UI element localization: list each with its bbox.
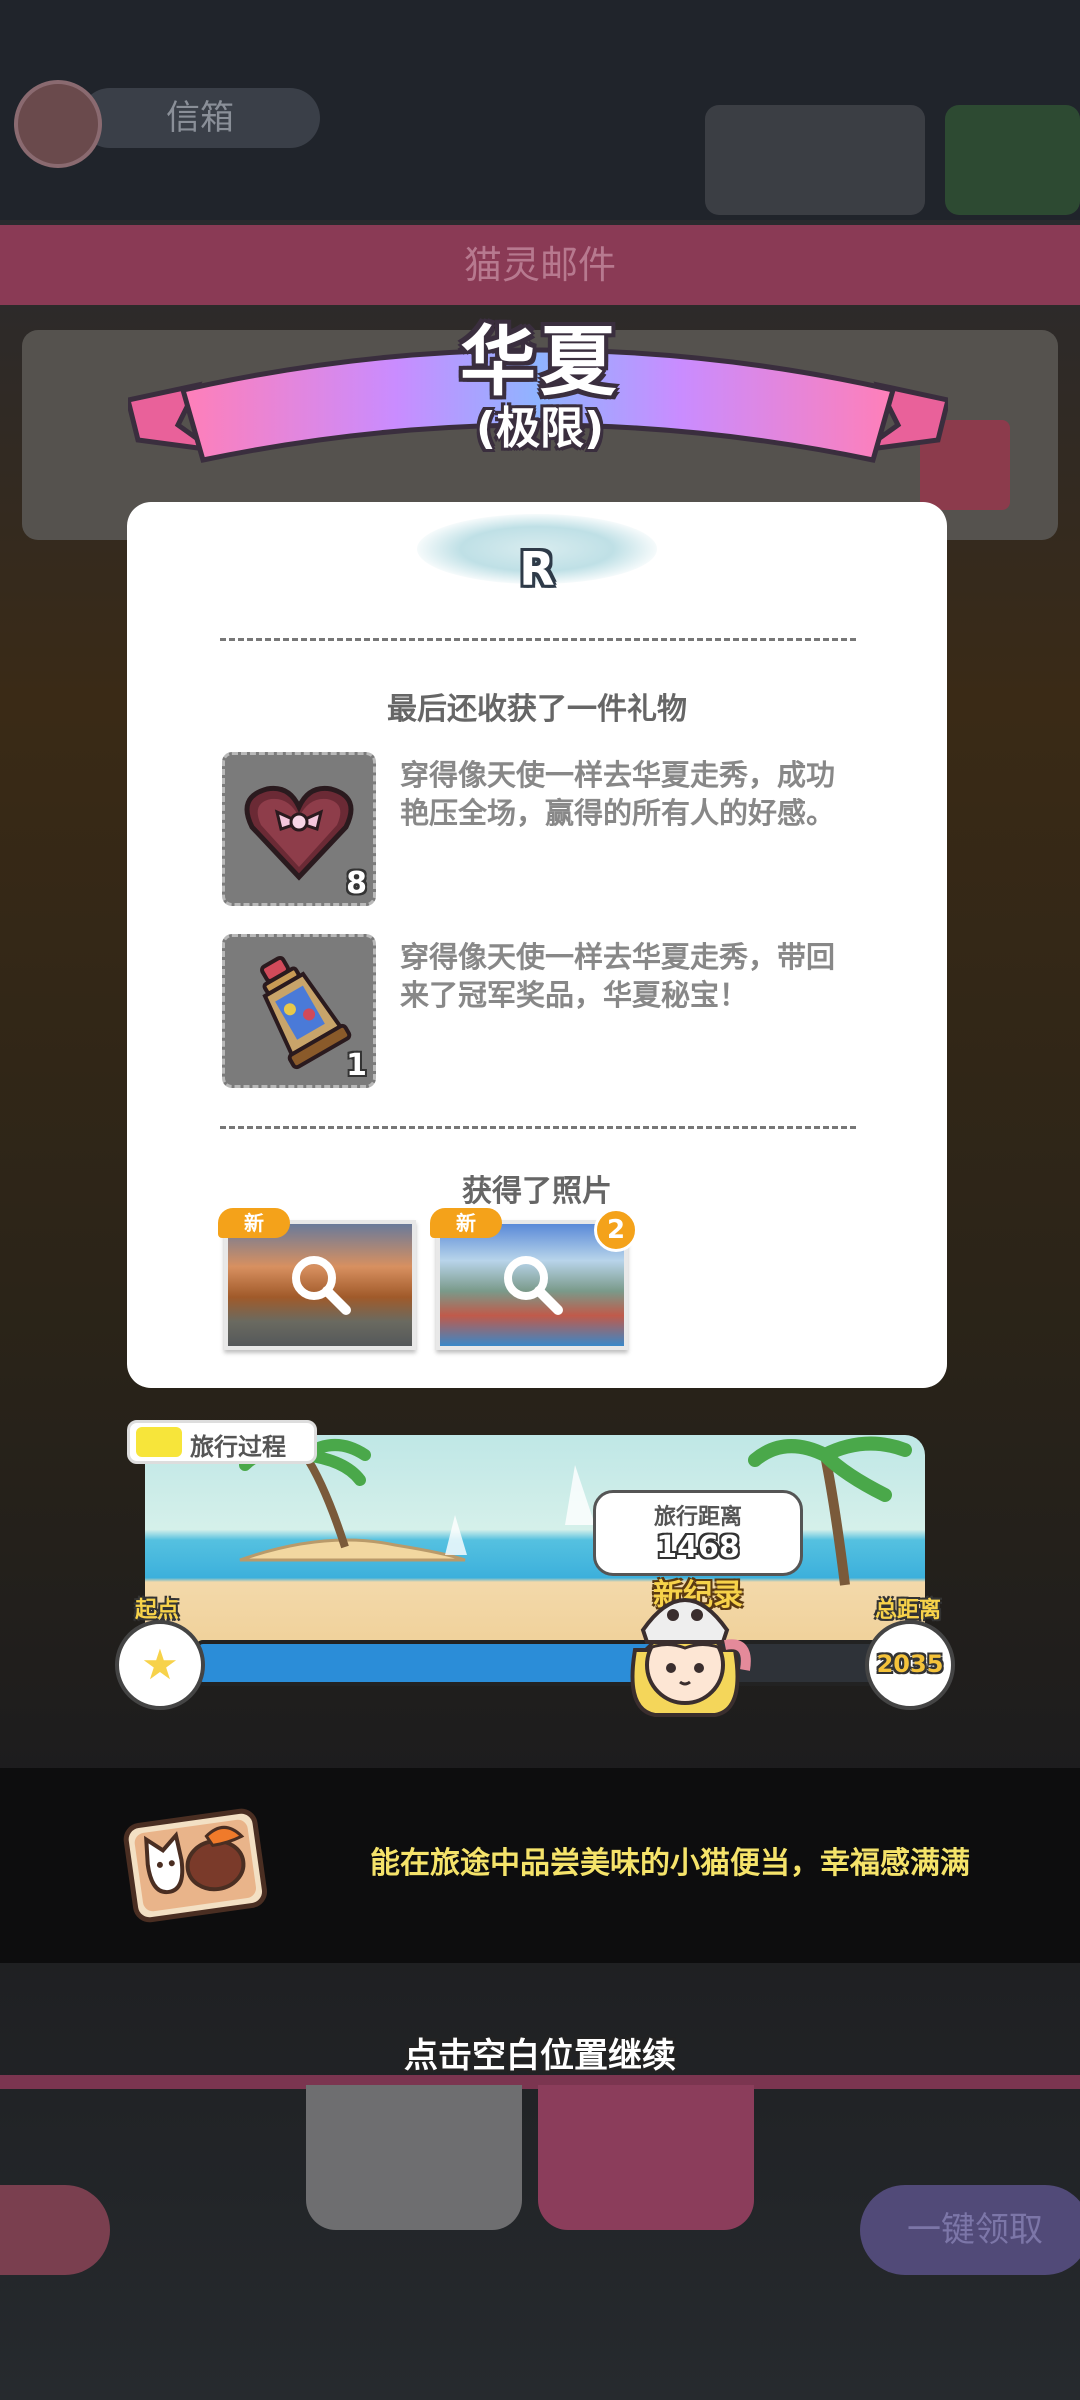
background-avatar — [14, 80, 102, 168]
divider — [220, 638, 856, 641]
gift-count: 1 — [346, 1048, 367, 1083]
travel-process-tag: 旅行过程 — [127, 1420, 317, 1464]
gift-item[interactable]: 8 穿得像天使一样去华夏走秀，成功艳压全场，赢得的所有人的好感。 — [222, 752, 862, 912]
background-one-click-button: 一键领取 — [860, 2185, 1080, 2275]
new-tag: 新 — [430, 1208, 502, 1238]
magnifier-icon — [292, 1256, 351, 1315]
travel-process-label: 旅行过程 — [190, 1433, 286, 1461]
end-point: 2035 — [865, 1620, 955, 1710]
background-name-pill: 信箱 — [80, 88, 320, 148]
travel-scene — [145, 1435, 925, 1645]
background-back-button — [0, 2185, 110, 2275]
gift-section-title: 最后还收获了一件礼物 — [387, 692, 687, 727]
gift-slot[interactable]: 8 — [222, 752, 376, 906]
rank-badge: R — [519, 542, 555, 596]
background-green-panel — [945, 105, 1080, 215]
photo-count-badge: 2 — [594, 1208, 638, 1252]
gift-description: 穿得像天使一样去华夏走秀，成功艳压全场，赢得的所有人的好感。 — [400, 758, 836, 830]
gift-slot[interactable]: 1 — [222, 934, 376, 1088]
start-point: ★ — [115, 1620, 205, 1710]
travel-progress-panel: 旅行过程 旅行距离 1468 新纪录 起点 ★ 总距离 2035 — [115, 1420, 965, 1720]
cat-girl-avatar-icon — [630, 1598, 751, 1717]
gift-description: 穿得像天使一样去华夏走秀，带回来了冠军奖品，华夏秘宝！ — [400, 940, 836, 1012]
bento-message-strip: 能在旅途中品尝美味的小猫便当，幸福感满满 — [0, 1768, 1080, 1963]
heart-gift-box-icon — [244, 785, 354, 881]
photo-list: 新 新 2 — [218, 1208, 784, 1370]
background-tab-pink — [538, 2085, 754, 2230]
tap-to-continue-hint[interactable]: 点击空白位置继续 — [0, 2028, 1080, 2077]
magnifier-icon — [504, 1256, 563, 1315]
photo-thumbnail[interactable]: 新 — [218, 1208, 416, 1350]
gift-item[interactable]: 1 穿得像天使一样去华夏走秀，带回来了冠军奖品，华夏秘宝！ — [222, 934, 862, 1094]
airplane-icon — [136, 1427, 182, 1457]
travel-distance-box: 旅行距离 1468 — [593, 1490, 803, 1576]
lantern-trophy-icon — [260, 955, 352, 1070]
divider — [220, 1126, 856, 1129]
star-icon: ★ — [141, 1640, 179, 1689]
travel-progress-bar — [195, 1640, 895, 1686]
result-card: R 最后还收获了一件礼物 8 穿得像天使一样去华夏走秀，成功艳压全场，赢得的所有… — [127, 502, 947, 1388]
cat-bento-icon — [123, 1808, 268, 1923]
background-mail-bar: 猫灵邮件 — [0, 225, 1080, 305]
photo-section-title: 获得了照片 — [462, 1174, 612, 1209]
gift-count: 8 — [346, 866, 367, 901]
photo-thumbnail[interactable]: 新 2 — [430, 1208, 638, 1350]
island-illustration — [239, 1435, 912, 1586]
difficulty-label: (极限) — [475, 403, 605, 454]
background-tab-gray — [306, 2085, 522, 2230]
travel-distance-value: 1468 — [656, 1530, 740, 1565]
background-info-panel — [705, 105, 925, 215]
total-distance-value: 2035 — [876, 1650, 944, 1678]
travel-distance-label: 旅行距离 — [653, 1505, 742, 1530]
new-tag: 新 — [218, 1208, 290, 1238]
bento-message-text: 能在旅途中品尝美味的小猫便当，幸福感满满 — [370, 1846, 970, 1881]
